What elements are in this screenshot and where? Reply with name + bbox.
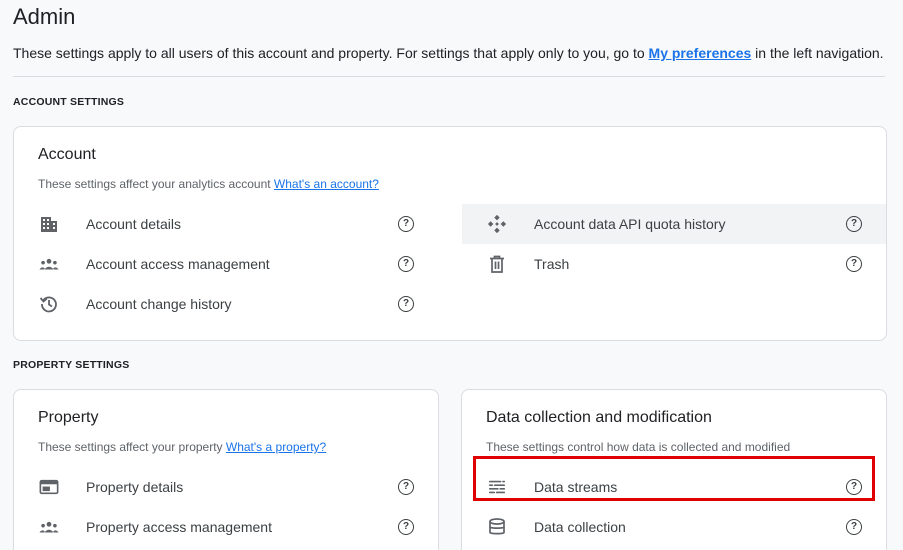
intro-text: These settings apply to all users of thi…: [13, 45, 649, 61]
whats-a-property-link[interactable]: What's a property?: [226, 440, 326, 454]
property-card-desc: These settings affect your property What…: [38, 440, 326, 454]
help-icon[interactable]: ?: [846, 519, 862, 535]
divider: [13, 76, 885, 77]
people-icon: [39, 517, 59, 537]
api-quota-icon: [487, 214, 507, 234]
account-settings-heading: ACCOUNT SETTINGS: [13, 96, 125, 108]
trash-item[interactable]: Trash ?: [462, 244, 886, 284]
account-card-title: Account: [38, 146, 96, 163]
account-data-api-quota-history-item[interactable]: Account data API quota history ?: [462, 204, 886, 244]
highlight-annotation-box: [473, 456, 875, 501]
database-icon: [487, 517, 507, 537]
account-details-label: Account details: [86, 216, 181, 232]
account-card: Account These settings affect your analy…: [13, 126, 887, 341]
page-title: Admin: [13, 4, 76, 29]
property-details-label: Property details: [86, 479, 184, 495]
help-icon[interactable]: ?: [398, 519, 414, 535]
help-icon[interactable]: ?: [398, 216, 414, 232]
account-change-history-item[interactable]: Account change history ?: [14, 284, 438, 324]
property-settings-heading: PROPERTY SETTINGS: [13, 359, 130, 371]
account-card-desc: These settings affect your analytics acc…: [38, 177, 379, 191]
property-access-management-item[interactable]: Property access management ?: [14, 507, 438, 547]
my-preferences-link[interactable]: My preferences: [649, 45, 752, 61]
trash-icon: [487, 254, 507, 274]
help-icon[interactable]: ?: [398, 296, 414, 312]
account-access-management-item[interactable]: Account access management ?: [14, 244, 438, 284]
property-card: Property These settings affect your prop…: [13, 389, 439, 550]
help-icon[interactable]: ?: [398, 256, 414, 272]
building-icon: [39, 214, 59, 234]
account-change-history-label: Account change history: [86, 296, 232, 312]
property-details-item[interactable]: Property details ?: [14, 467, 438, 507]
history-icon: [39, 294, 59, 314]
help-icon[interactable]: ?: [846, 216, 862, 232]
account-data-api-quota-history-label: Account data API quota history: [534, 216, 726, 232]
help-icon[interactable]: ?: [846, 256, 862, 272]
data-collection-card-title: Data collection and modification: [486, 409, 712, 426]
data-collection-item[interactable]: Data collection ?: [462, 507, 886, 547]
whats-an-account-link[interactable]: What's an account?: [274, 177, 379, 191]
account-card-desc-text: These settings affect your analytics acc…: [38, 177, 274, 191]
account-access-management-label: Account access management: [86, 256, 270, 272]
web-asset-icon: [39, 477, 59, 497]
property-card-desc-text: These settings affect your property: [38, 440, 226, 454]
page-intro: These settings apply to all users of thi…: [13, 45, 884, 61]
intro-text-end: in the left navigation.: [751, 45, 884, 61]
trash-label: Trash: [534, 256, 570, 272]
people-icon: [39, 254, 59, 274]
property-access-management-label: Property access management: [86, 519, 272, 535]
data-collection-label: Data collection: [534, 519, 626, 535]
help-icon[interactable]: ?: [398, 479, 414, 495]
account-details-item[interactable]: Account details ?: [14, 204, 438, 244]
property-card-title: Property: [38, 409, 99, 426]
data-collection-card-desc: These settings control how data is colle…: [486, 440, 791, 454]
